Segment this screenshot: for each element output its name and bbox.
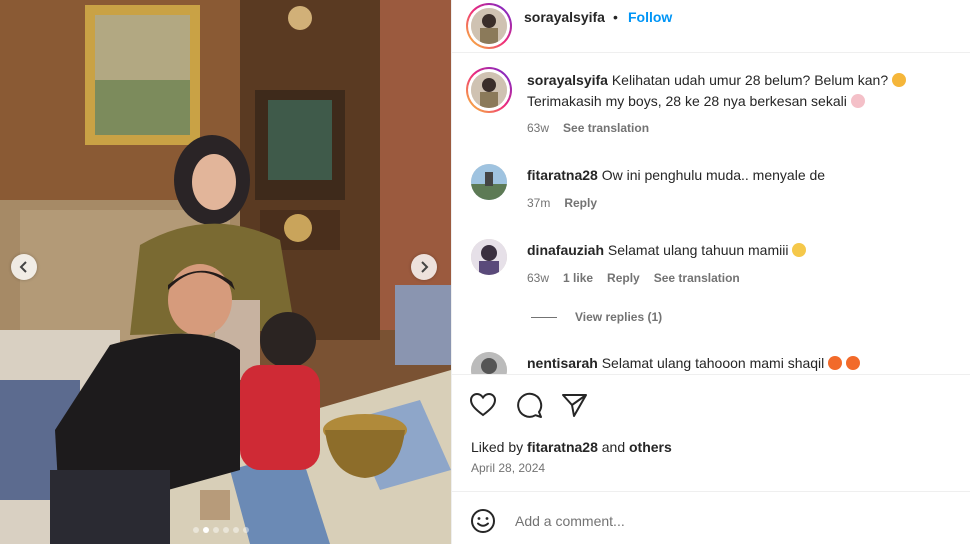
liked-prefix: Liked by: [471, 439, 524, 455]
view-replies-button[interactable]: View replies (1): [531, 310, 662, 324]
comment-text: sorayalsyifa Kelihatan udah umur 28 belu…: [527, 70, 957, 112]
chevron-right-icon: [421, 261, 429, 273]
separator-bullet: •: [613, 9, 618, 25]
carousel-dot: [213, 527, 219, 533]
post-image: [0, 0, 451, 544]
liked-by-text: Liked by fitaratna28 and others: [471, 439, 672, 455]
carousel-dot-active: [203, 527, 209, 533]
see-translation-link[interactable]: See translation: [654, 271, 740, 285]
comment-body-line2: Terimakasih my boys, 28 ke 28 nya berkes…: [527, 93, 847, 109]
add-comment-bar: [452, 491, 970, 544]
follow-button[interactable]: Follow: [628, 9, 672, 25]
avatar-image: [471, 72, 507, 108]
liked-and: and: [601, 439, 626, 455]
comment-input[interactable]: [515, 506, 935, 536]
comment-username[interactable]: sorayalsyifa: [527, 72, 608, 88]
reply-button[interactable]: Reply: [564, 196, 597, 210]
comment-meta: 37m Reply: [527, 196, 597, 210]
carousel-dot: [193, 527, 199, 533]
comment-text: fitaratna28 Ow ini penghulu muda.. menya…: [527, 165, 957, 186]
comment-avatar[interactable]: [466, 67, 512, 113]
previous-image-button[interactable]: [11, 254, 37, 280]
comments-list[interactable]: sorayalsyifa Kelihatan udah umur 28 belu…: [452, 53, 970, 374]
comment-text: dinafauziah Selamat ulang tahuun mamiii: [527, 240, 957, 261]
view-replies-label: View replies (1): [575, 310, 663, 324]
comment-username[interactable]: dinafauziah: [527, 242, 604, 258]
post-actions: Liked by fitaratna28 and others April 28…: [452, 374, 970, 495]
carousel-dot: [223, 527, 229, 533]
carousel-dot: [243, 527, 249, 533]
replies-divider-line: [531, 316, 557, 318]
comment-meta: 63w See translation: [527, 121, 649, 135]
comment-avatar[interactable]: [471, 164, 507, 200]
comment-bubble-icon[interactable]: [515, 391, 543, 419]
comment-likes[interactable]: 1 like: [563, 271, 593, 285]
fire-emoji-icon: [828, 356, 843, 370]
avatar-image: [471, 164, 507, 200]
post-date[interactable]: April 28, 2024: [471, 461, 545, 475]
comment-body: Selamat ulang tahuun mamiii: [607, 242, 789, 258]
like-heart-icon[interactable]: [469, 391, 497, 419]
comment-body: Selamat ulang tahooon mami shaqil: [601, 355, 825, 371]
hug-emoji-icon: [792, 243, 807, 257]
comment-body: Kelihatan udah umur 28 belum? Belum kan?: [611, 72, 889, 88]
avatar-image: [471, 8, 507, 44]
next-image-button[interactable]: [411, 254, 437, 280]
comment-avatar[interactable]: [471, 352, 507, 374]
liked-others-link[interactable]: others: [629, 439, 672, 455]
avatar-image: [471, 239, 507, 275]
share-paper-plane-icon[interactable]: [560, 391, 588, 419]
comment-username[interactable]: fitaratna28: [527, 167, 598, 183]
author-username[interactable]: sorayalsyifa: [524, 9, 605, 25]
comment-body: Ow ini penghulu muda.. menyale de: [601, 167, 826, 183]
liked-by-user-link[interactable]: fitaratna28: [527, 439, 598, 455]
reply-button[interactable]: Reply: [607, 271, 640, 285]
fire-emoji-icon: [846, 356, 861, 370]
author-avatar[interactable]: [466, 3, 512, 49]
comment-meta: 63w 1 like Reply See translation: [527, 271, 740, 285]
post-header: sorayalsyifa • Follow: [452, 0, 970, 53]
avatar-image: [471, 352, 507, 374]
comment-text: nentisarah Selamat ulang tahooon mami sh…: [527, 353, 957, 374]
chevron-left-icon: [19, 261, 27, 273]
comment-time[interactable]: 37m: [527, 196, 550, 210]
comment-avatar[interactable]: [471, 239, 507, 275]
carousel-dot: [233, 527, 239, 533]
emoji-icon: [892, 73, 907, 87]
see-translation-link[interactable]: See translation: [563, 121, 649, 135]
post-photo[interactable]: [0, 0, 451, 544]
heart-hands-emoji-icon: [850, 94, 865, 108]
comment-time[interactable]: 63w: [527, 271, 549, 285]
emoji-picker-icon[interactable]: [470, 508, 496, 534]
comment-username[interactable]: nentisarah: [527, 355, 598, 371]
comment-time[interactable]: 63w: [527, 121, 549, 135]
post-side-panel: sorayalsyifa • Follow sorayalsyifa Kelih…: [451, 0, 970, 544]
carousel-dots: [193, 527, 249, 533]
